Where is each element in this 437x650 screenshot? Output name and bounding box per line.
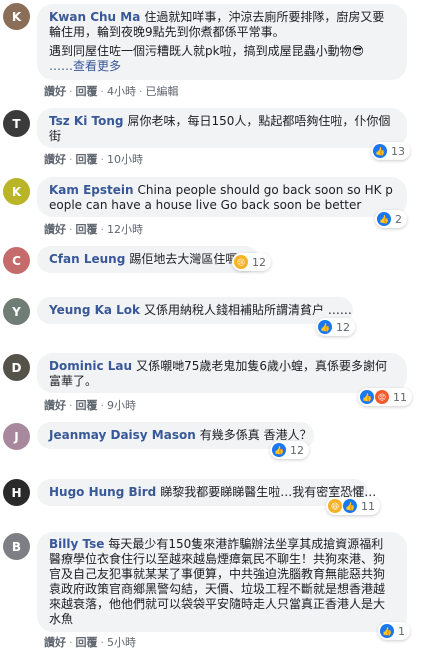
avatar[interactable]: D <box>3 354 30 381</box>
reaction-count: 2 <box>395 212 402 226</box>
reaction-count: 11 <box>393 390 407 404</box>
comment-bubble: Kam Epstein China people should go back s… <box>37 177 407 217</box>
comment-bubble: Billy Tse 每天最少有150隻來港詐騙辦法坐享其成搶資源福利醫療學位衣食住… <box>37 532 407 632</box>
timestamp[interactable]: 10小時 <box>107 153 143 166</box>
comment-bubble: Tsz Ki Tong 屌你老味，每日150人，點起都唔夠住啦，仆你個街 <box>37 108 407 148</box>
comment-bubble: Hugo Hung Bird 睇黎我都要睇睇醫生啦…我有密室恐懼… <box>37 479 376 506</box>
reaction-count: 12 <box>336 320 350 334</box>
reaction-summary[interactable]: 👍 13 <box>371 142 410 160</box>
comment-text-line2: 遇到同屋住咗一個污糟既人就pk啦，搞到成屋昆蟲小動物😎 <box>49 44 365 58</box>
comment-bubble: Yeung Ka Lok 又係用納稅人錢相補貼所謂清貧户 …… <box>37 297 353 324</box>
commenter-name[interactable]: Cfan Leung <box>49 252 125 266</box>
like-link[interactable]: 讚好 <box>44 636 66 649</box>
reply-link[interactable]: 回覆 <box>76 153 98 166</box>
sad-reaction-icon: 😢 <box>234 255 248 269</box>
commenter-name[interactable]: Billy Tse <box>49 537 104 551</box>
reaction-summary[interactable]: 😢 12 <box>232 253 271 271</box>
commenter-name[interactable]: Yeung Ka Lok <box>49 303 140 317</box>
commenter-name[interactable]: Kam Epstein <box>49 183 134 197</box>
comment-text: 又係用納稅人錢相補貼所謂清貧户 …… <box>144 303 352 317</box>
commenter-name[interactable]: Dominic Lau <box>49 359 132 373</box>
avatar[interactable]: K <box>3 178 30 205</box>
angry-reaction-icon: 😡 <box>375 390 389 404</box>
commenter-name[interactable]: Jeanmay Daisy Mason <box>49 428 196 442</box>
reaction-summary[interactable]: 👍 😡 11 <box>358 388 412 406</box>
avatar[interactable]: H <box>3 479 30 506</box>
see-more-link[interactable]: ……查看更多 <box>49 59 121 73</box>
like-reaction-icon: 👍 <box>380 624 394 638</box>
comment-actions: 讚好 · 回覆 · 12小時 <box>44 223 143 236</box>
reaction-count: 12 <box>252 255 266 269</box>
like-link[interactable]: 讚好 <box>44 153 66 166</box>
timestamp[interactable]: 12小時 <box>107 223 143 236</box>
reply-link[interactable]: 回覆 <box>76 85 98 98</box>
avatar[interactable]: B <box>3 533 30 560</box>
comment-text: 踢佢地去大灣區住囉 <box>129 252 238 266</box>
reaction-summary[interactable]: 👍 1 <box>378 622 410 640</box>
haha-reaction-icon: 😆 <box>328 499 342 513</box>
timestamp[interactable]: 5小時 <box>107 636 136 649</box>
reaction-summary[interactable]: 👍 2 <box>375 210 407 228</box>
like-reaction-icon: 👍 <box>343 499 357 513</box>
like-reaction-icon: 👍 <box>360 390 374 404</box>
reply-link[interactable]: 回覆 <box>76 399 98 412</box>
like-reaction-icon: 👍 <box>272 443 286 457</box>
reaction-count: 13 <box>391 144 405 158</box>
comment-bubble: Cfan Leung 踢佢地去大灣區住囉 <box>37 246 259 273</box>
reaction-summary[interactable]: 👍 12 <box>316 318 355 336</box>
like-reaction-icon: 👍 <box>377 212 391 226</box>
like-link[interactable]: 讚好 <box>44 223 66 236</box>
reaction-summary[interactable]: 😆 👍 11 <box>326 497 380 515</box>
avatar[interactable]: J <box>3 423 30 450</box>
comment-actions: 讚好 · 回覆 · 10小時 <box>44 153 143 166</box>
commenter-name[interactable]: Kwan Chu Ma <box>49 10 140 24</box>
commenter-name[interactable]: Tsz Ki Tong <box>49 114 123 128</box>
reaction-summary[interactable]: 👍 12 <box>270 441 309 459</box>
like-reaction-icon: 👍 <box>318 320 332 334</box>
commenter-name[interactable]: Hugo Hung Bird <box>49 485 156 499</box>
comment-actions: 讚好 · 回覆 · 9小時 <box>44 399 136 412</box>
comment-bubble: Kwan Chu Ma 住過就知咩事，沖涼去廁所要排隊，廚房又要輪住用，輪到夜晚9… <box>37 4 407 80</box>
timestamp[interactable]: 9小時 <box>107 399 136 412</box>
comment-bubble: Dominic Lau 又係嚫哋75歲老鬼加隻6歲小蝗，真係要多謝何富華了。 <box>37 353 407 393</box>
like-link[interactable]: 讚好 <box>44 85 66 98</box>
avatar[interactable]: K <box>3 3 30 30</box>
comment-actions: 讚好 · 回覆 · 4小時 · 已編輯 <box>44 85 179 98</box>
avatar[interactable]: C <box>3 247 30 274</box>
timestamp[interactable]: 4小時 <box>107 85 136 98</box>
avatar[interactable]: T <box>3 110 30 137</box>
like-reaction-icon: 👍 <box>373 144 387 158</box>
avatar[interactable]: Y <box>3 298 30 325</box>
reply-link[interactable]: 回覆 <box>76 636 98 649</box>
reaction-count: 11 <box>361 499 375 513</box>
like-link[interactable]: 讚好 <box>44 399 66 412</box>
comment-actions: 讚好 · 回覆 · 5小時 <box>44 636 136 649</box>
comment-text: 有幾多係真 香港人？ <box>199 428 312 442</box>
edited-label[interactable]: 已編輯 <box>146 85 179 98</box>
reaction-count: 1 <box>398 624 405 638</box>
reaction-count: 12 <box>290 443 304 457</box>
reply-link[interactable]: 回覆 <box>76 223 98 236</box>
